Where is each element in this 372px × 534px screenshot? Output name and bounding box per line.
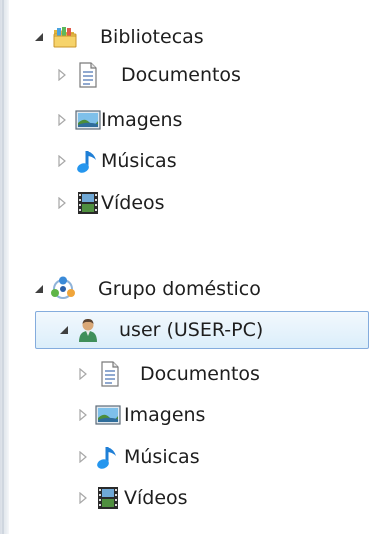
navigation-tree: Bibliotecas Documentos Imagens Músicas V… <box>0 0 372 534</box>
tree-item-user-documents[interactable]: Documentos <box>76 355 366 393</box>
tree-item-user-music[interactable]: Músicas <box>76 438 366 476</box>
tree-item-label: Músicas <box>124 446 200 468</box>
homegroup-icon <box>50 276 76 302</box>
tree-item-label: Músicas <box>101 150 177 172</box>
tree-item-label: user (USER-PC) <box>119 319 264 341</box>
expanded-arrow-icon[interactable] <box>57 323 71 337</box>
music-icon <box>95 444 121 470</box>
tree-item-videos[interactable]: Vídeos <box>55 184 355 222</box>
tree-item-label: Documentos <box>121 64 241 86</box>
collapsed-arrow-icon[interactable] <box>76 450 90 464</box>
tree-item-label: Vídeos <box>124 487 188 509</box>
tree-item-music[interactable]: Músicas <box>55 142 355 180</box>
tree-item-pictures[interactable]: Imagens <box>55 101 355 139</box>
collapsed-arrow-icon[interactable] <box>76 491 90 505</box>
tree-item-label: Imagens <box>101 109 183 131</box>
pictures-icon <box>95 402 121 428</box>
videos-icon <box>75 190 101 216</box>
tree-item-documents[interactable]: Documentos <box>55 56 355 94</box>
tree-item-label: Grupo doméstico <box>98 278 261 300</box>
videos-icon <box>95 485 121 511</box>
collapsed-arrow-icon[interactable] <box>55 68 69 82</box>
expanded-arrow-icon[interactable] <box>32 30 46 44</box>
user-icon <box>75 317 101 343</box>
expanded-arrow-icon[interactable] <box>32 282 46 296</box>
collapsed-arrow-icon[interactable] <box>55 113 69 127</box>
collapsed-arrow-icon[interactable] <box>55 154 69 168</box>
music-icon <box>75 148 101 174</box>
pictures-icon <box>75 107 101 133</box>
tree-item-user-pictures[interactable]: Imagens <box>76 396 366 434</box>
documents-icon <box>97 361 123 387</box>
tree-item-label: Documentos <box>140 363 260 385</box>
tree-item-label: Imagens <box>124 404 206 426</box>
libraries-folder-icon <box>52 24 78 50</box>
tree-item-user-videos[interactable]: Vídeos <box>76 479 366 517</box>
tree-item-user-pc[interactable]: user (USER-PC) <box>35 311 369 349</box>
collapsed-arrow-icon[interactable] <box>76 367 90 381</box>
tree-item-label: Vídeos <box>101 192 165 214</box>
collapsed-arrow-icon[interactable] <box>76 408 90 422</box>
tree-item-libraries[interactable]: Bibliotecas <box>30 18 350 56</box>
tree-item-label: Bibliotecas <box>100 26 204 48</box>
documents-icon <box>75 62 101 88</box>
collapsed-arrow-icon[interactable] <box>55 196 69 210</box>
tree-item-homegroup[interactable]: Grupo doméstico <box>30 270 350 308</box>
